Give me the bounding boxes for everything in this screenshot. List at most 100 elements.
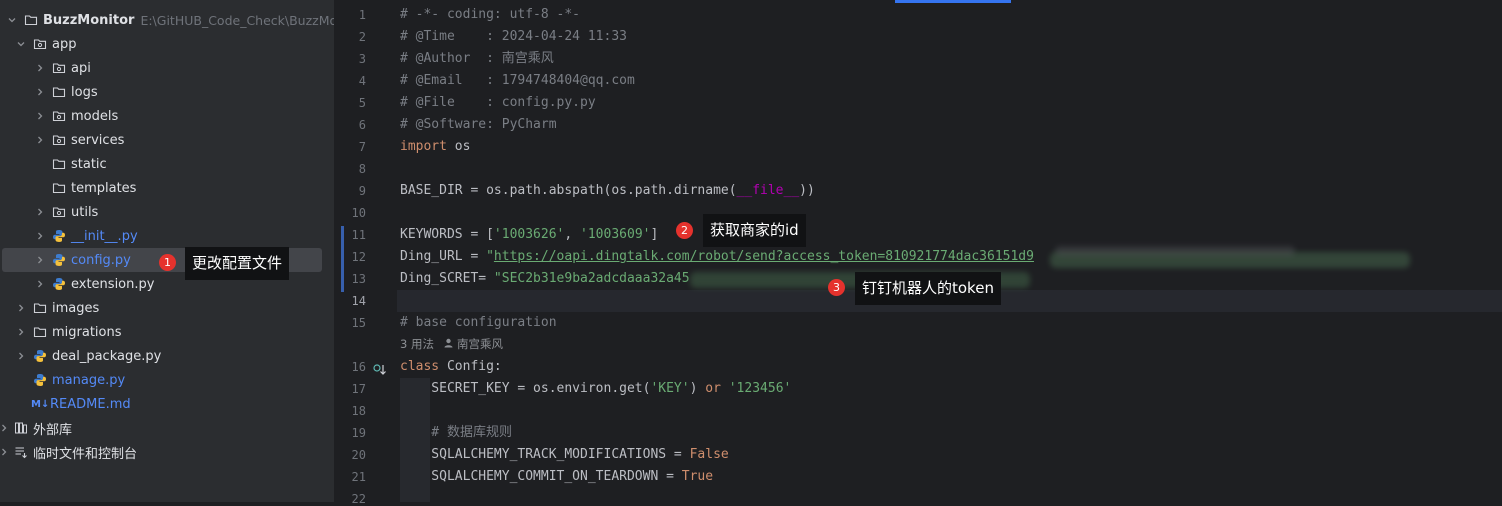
string-literal: '123456'	[728, 381, 792, 396]
code-text: SECRET_KEY = os.environ.get(	[400, 381, 651, 396]
tree-row-deal-package-py[interactable]: deal_package.py	[0, 344, 334, 368]
code-line-11[interactable]: KEYWORDS = ['1003626', '1003609']	[400, 224, 658, 246]
code-line-4[interactable]: # @Email : 1794748404@qq.com	[400, 70, 635, 92]
line-number: 21	[351, 470, 366, 484]
tree-row-models[interactable]: models	[0, 104, 334, 128]
line-number: 12	[351, 250, 366, 264]
line-number: 10	[351, 206, 366, 220]
line-number: 20	[351, 448, 366, 462]
tree-row-templates[interactable]: templates	[0, 176, 334, 200]
package-folder-icon	[33, 37, 47, 51]
tree-label-deal-package-py: deal_package.py	[52, 348, 162, 364]
author-name[interactable]: 南宫乘风	[457, 336, 503, 352]
keyword: import	[400, 139, 447, 154]
library-icon	[14, 421, 28, 435]
chevron-right-icon[interactable]	[34, 87, 46, 97]
tree-row-migrations[interactable]: migrations	[0, 320, 334, 344]
python-file-icon	[52, 253, 66, 267]
chevron-right-icon[interactable]	[34, 231, 46, 241]
tree-row-images[interactable]: images	[0, 296, 334, 320]
code-text: ))	[799, 183, 815, 198]
folder-icon	[33, 325, 47, 339]
chevron-right-icon[interactable]	[34, 63, 46, 73]
chevron-right-icon[interactable]	[34, 255, 46, 265]
code-line-9[interactable]: BASE_DIR = os.path.abspath(os.path.dirna…	[400, 180, 815, 202]
line-number-current: 14	[351, 294, 366, 308]
folder-icon	[52, 157, 66, 171]
annotation-label-2: 获取商家的id	[703, 214, 806, 247]
code-line-21[interactable]: SQLALCHEMY_COMMIT_ON_TEARDOWN = True	[400, 466, 713, 488]
tree-row-static[interactable]: static	[0, 152, 334, 176]
code-line-2[interactable]: # @Time : 2024-04-24 11:33	[400, 26, 627, 48]
project-name: BuzzMonitor	[43, 12, 135, 28]
line-number: 17	[351, 382, 366, 396]
tree-label-models: models	[71, 108, 119, 124]
chevron-right-icon[interactable]	[34, 111, 46, 121]
annotation-badge-1: 1	[159, 254, 176, 271]
code-text: os	[446, 139, 471, 154]
code-line-3[interactable]: # @Author : 南宫乘风	[400, 48, 554, 70]
chevron-right-icon[interactable]	[15, 327, 27, 337]
annotation-label-1: 更改配置文件	[185, 247, 290, 280]
tree-label-extension-py: extension.py	[71, 276, 155, 292]
chevron-right-icon[interactable]	[34, 135, 46, 145]
tree-label-scratches: 临时文件和控制台	[33, 446, 138, 462]
tree-row-init-py[interactable]: __init__.py	[0, 224, 334, 248]
tree-row-utils[interactable]: utils	[0, 200, 334, 224]
tree-row-root[interactable]: BuzzMonitor E:\GitHUB_Code_Check\BuzzMon…	[0, 8, 334, 32]
code-line-17[interactable]: SECRET_KEY = os.environ.get('KEY') or '1…	[400, 378, 791, 400]
code-line-1[interactable]: # -*- coding: utf-8 -*-	[400, 4, 580, 26]
code-text: ]	[650, 227, 659, 242]
chevron-right-icon[interactable]	[34, 279, 46, 289]
tree-label-manage-py: manage.py	[52, 372, 126, 388]
code-line-13[interactable]: Ding_SCRET= "SEC2b31e9ba2adcdaaa32a45	[400, 268, 690, 290]
usages-count[interactable]: 3 用法	[400, 336, 434, 352]
package-folder-icon	[52, 109, 66, 123]
tree-label-readme-md: README.md	[50, 396, 131, 412]
chevron-down-icon[interactable]	[6, 15, 18, 25]
keyword: True	[681, 469, 714, 484]
override-gutter-icon[interactable]	[373, 361, 387, 380]
folder-icon	[24, 13, 38, 27]
chevron-right-icon[interactable]	[15, 351, 27, 361]
folder-icon	[52, 85, 66, 99]
code-line-16[interactable]: class Config:	[400, 356, 502, 378]
code-editor[interactable]: 1 2 3 4 5 6 7 8 9 10 11 12 13 14 15 16 1…	[335, 0, 1502, 506]
tree-row-logs[interactable]: logs	[0, 80, 334, 104]
chevron-right-icon[interactable]	[0, 447, 10, 457]
tree-row-manage-py[interactable]: manage.py	[0, 368, 334, 392]
person-icon	[444, 337, 453, 351]
line-number: 16	[351, 360, 366, 374]
code-line-15[interactable]: # base configuration	[400, 312, 557, 334]
tree-row-readme-md[interactable]: M↓ README.md	[0, 392, 334, 416]
tree-row-external-libraries[interactable]: 外部库	[0, 416, 334, 440]
editor-gutter[interactable]: 1 2 3 4 5 6 7 8 9 10 11 12 13 14 15 16 1…	[335, 0, 397, 506]
tree-row-app[interactable]: app	[0, 32, 334, 56]
annotation-badge-2: 2	[676, 222, 693, 239]
code-line-7[interactable]: import os	[400, 136, 470, 158]
tree-label-templates: templates	[71, 180, 137, 196]
tree-row-scratches[interactable]: 临时文件和控制台	[0, 440, 334, 464]
code-line-6[interactable]: # @Software: PyCharm	[400, 114, 557, 136]
annotation-label-3: 钉钉机器人的token	[855, 272, 1001, 305]
tree-row-api[interactable]: api	[0, 56, 334, 80]
folder-icon	[52, 181, 66, 195]
chevron-right-icon[interactable]	[0, 423, 10, 433]
code-line-19[interactable]: # 数据库规则	[400, 422, 512, 444]
code-text: Ding_SCRET=	[400, 271, 494, 286]
url-link[interactable]: https://oapi.dingtalk.com/robot/send?acc…	[494, 249, 1034, 264]
python-file-icon	[52, 277, 66, 291]
line-number: 19	[351, 426, 366, 440]
chevron-right-icon[interactable]	[34, 207, 46, 217]
code-line-20[interactable]: SQLALCHEMY_TRACK_MODIFICATIONS = False	[400, 444, 728, 466]
scratches-icon	[14, 445, 28, 459]
usages-inlay-hint[interactable]: 3 用法 南宫乘风	[400, 336, 503, 352]
chevron-down-icon[interactable]	[15, 39, 27, 49]
line-number: 13	[351, 272, 366, 286]
code-line-5[interactable]: # @File : config.py.py	[400, 92, 596, 114]
vcs-change-marker[interactable]	[341, 226, 344, 292]
tree-row-services[interactable]: services	[0, 128, 334, 152]
tree-label-external-libraries: 外部库	[33, 422, 73, 438]
chevron-right-icon[interactable]	[15, 303, 27, 313]
code-line-12[interactable]: Ding_URL = "https://oapi.dingtalk.com/ro…	[400, 246, 1034, 268]
